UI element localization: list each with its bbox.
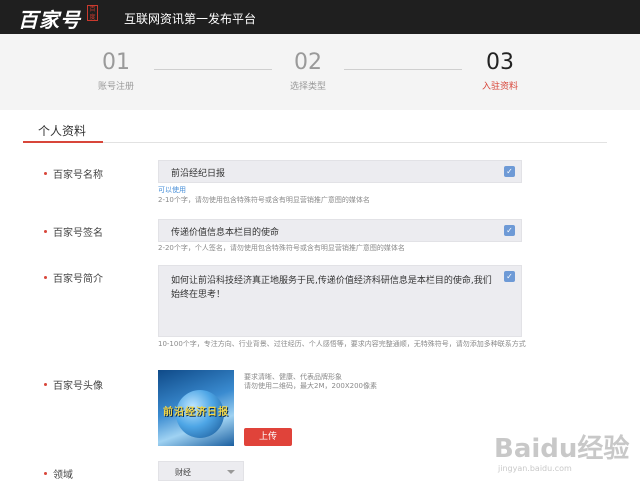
signature-value: 传递价值信息本栏目的使命 <box>171 228 280 238</box>
avatar-image[interactable]: 前沿经济日报 <box>158 370 234 446</box>
name-hint: 2-10个字，请勿使用包含特殊符号或含有明显营销推广意图的媒体名 <box>158 196 370 204</box>
watermark-brand: Baidu经验 <box>494 434 630 464</box>
chevron-down-icon <box>227 470 235 474</box>
section-divider <box>23 142 607 143</box>
registration-steps: 01 账号注册 02 选择类型 03 入驻资料 <box>0 34 640 110</box>
avatar-image-text: 前沿经济日报 <box>163 407 229 418</box>
baijiahao-logo[interactable]: 百家号 <box>18 4 81 33</box>
domain-label: 领域 <box>44 466 73 481</box>
baidu-jingyan-watermark: Baidu经验 jingyan.baidu.com <box>494 420 634 486</box>
intro-textarea[interactable]: 如何让前沿科技经济真正地服务于民,传递价值经济科研信息是本栏目的使命,我们始终在… <box>158 265 522 337</box>
signature-label: 百家号签名 <box>44 224 103 239</box>
intro-hint: 10-100个字，专注方向、行业背景、过往经历、个人感悟等，要求内容完整通顺，无… <box>158 340 526 348</box>
required-dot <box>44 276 47 279</box>
step-2-number: 02 <box>294 50 322 75</box>
section-tab-underline <box>23 141 103 143</box>
tagline: 互联网资讯第一发布平台 <box>124 12 257 26</box>
required-dot <box>44 383 47 386</box>
signature-hint: 2-20个字，个人签名，请勿使用包含特殊符号或含有明显营销推广意图的媒体名 <box>158 244 405 252</box>
domain-select[interactable]: 财经 <box>158 461 244 481</box>
step-2-label: 选择类型 <box>289 82 326 92</box>
step-divider <box>154 69 272 70</box>
step-3-number: 03 <box>486 50 514 75</box>
name-value: 前沿经纪日报 <box>171 169 226 179</box>
intro-value: 如何让前沿科技经济真正地服务于民,传递价值经济科研信息是本栏目的使命,我们始终在… <box>171 276 492 300</box>
upload-button[interactable]: 上传 <box>244 428 292 446</box>
required-dot <box>44 472 47 475</box>
logo-seal: 百度 <box>87 5 98 21</box>
signature-input[interactable]: 传递价值信息本栏目的使命 ✓ <box>158 219 522 242</box>
section-title[interactable]: 个人资料 <box>38 122 86 139</box>
intro-label: 百家号简介 <box>44 270 103 285</box>
step-3-label: 入驻资料 <box>481 82 518 92</box>
name-input[interactable]: 前沿经纪日报 ✓ <box>158 160 522 183</box>
top-bar: 百家号 百度 互联网资讯第一发布平台 <box>0 0 640 34</box>
avatar-hint-2: 请勿使用二维码，最大2M，200X200像素 <box>244 382 378 390</box>
avatar-label: 百家号头像 <box>44 377 103 392</box>
step-1: 01 账号注册 <box>76 50 156 92</box>
name-label: 百家号名称 <box>44 166 103 181</box>
check-icon: ✓ <box>504 166 515 177</box>
watermark-url: jingyan.baidu.com <box>498 464 572 473</box>
step-1-label: 账号注册 <box>97 82 134 92</box>
required-dot <box>44 172 47 175</box>
required-dot <box>44 230 47 233</box>
step-3: 03 入驻资料 <box>460 50 540 92</box>
step-2: 02 选择类型 <box>268 50 348 92</box>
domain-value: 财经 <box>175 468 191 477</box>
step-1-number: 01 <box>102 50 130 75</box>
check-icon: ✓ <box>504 225 515 236</box>
step-divider <box>344 69 462 70</box>
check-icon: ✓ <box>504 271 515 282</box>
name-available-status: 可以使用 <box>158 186 186 194</box>
